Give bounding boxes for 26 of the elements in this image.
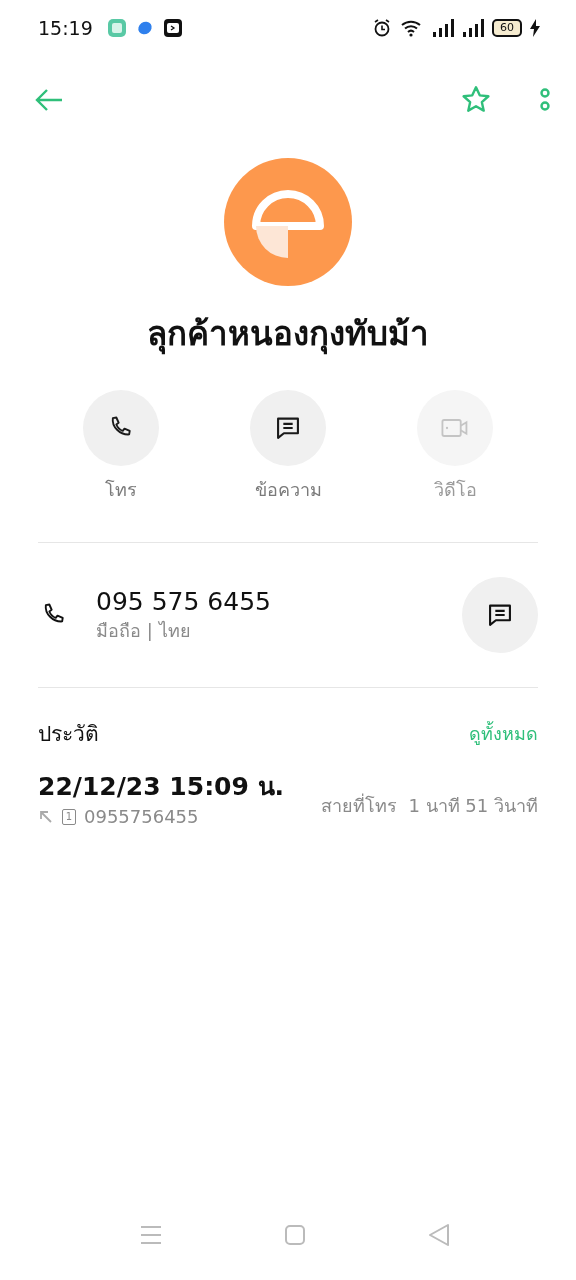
phone-type: มือถือ | ไทย <box>96 619 192 643</box>
app-icon <box>106 18 127 38</box>
action-label: ข้อความ <box>254 478 322 502</box>
more-options-button[interactable] <box>538 87 552 113</box>
play-app-icon <box>162 18 183 38</box>
menu-icon[interactable] <box>140 1225 162 1245</box>
call-datetime: 22/12/23 15:09 น. <box>38 771 286 803</box>
action-label: วิดีโอ <box>433 478 477 502</box>
status-time: 15:19 <box>38 17 93 39</box>
call-duration: สายที่โทร 1 นาที 51 วินาที <box>321 792 538 818</box>
sim-icon: 1 <box>62 808 76 825</box>
action-label: โทร <box>105 478 137 502</box>
alarm-icon <box>372 18 392 38</box>
call-number: 0955756455 <box>84 806 199 827</box>
home-icon[interactable] <box>284 1224 306 1246</box>
signal-icon <box>462 18 484 38</box>
back-icon[interactable] <box>428 1223 450 1247</box>
history-title: ประวัติ <box>38 720 99 748</box>
contact-name: ลุกค้าหนองกุงทับม้า <box>147 313 429 357</box>
charging-icon <box>530 19 540 37</box>
avatar-icon <box>224 158 352 286</box>
phone-number[interactable]: 095 575 6455 <box>96 586 462 618</box>
signal-icon <box>432 18 454 38</box>
outgoing-arrow-icon <box>38 808 54 825</box>
battery-level: 60 <box>492 19 522 37</box>
back-button[interactable] <box>34 88 64 112</box>
